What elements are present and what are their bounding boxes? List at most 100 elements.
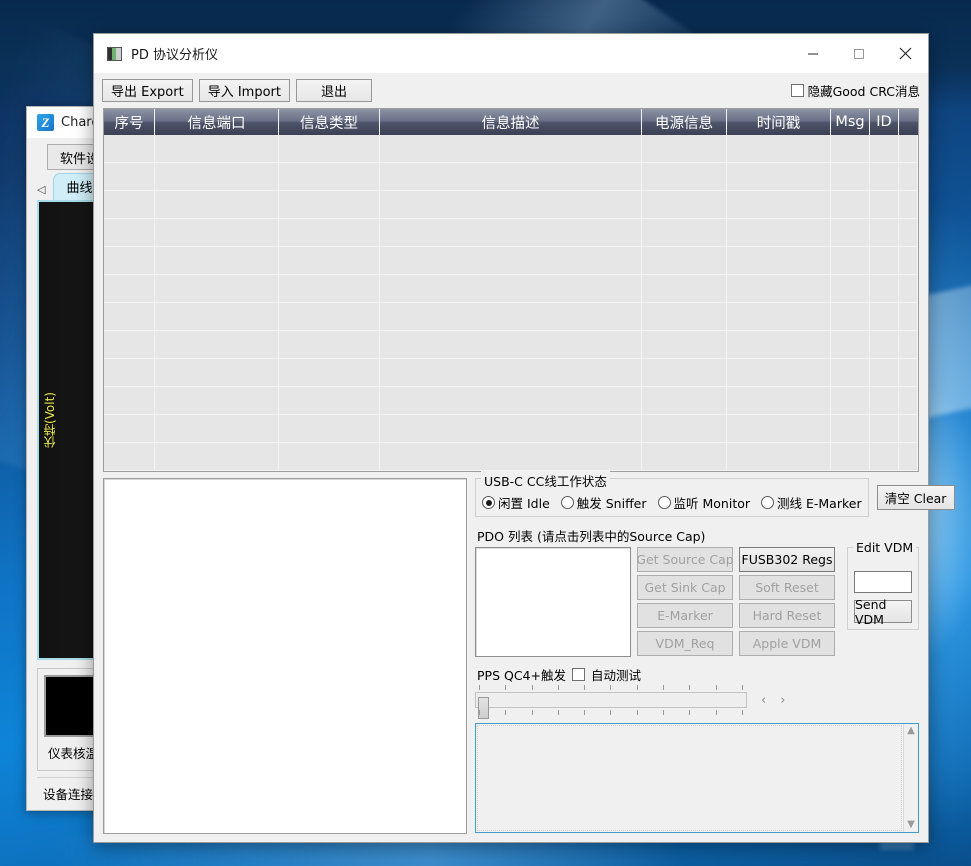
- table-row[interactable]: [104, 303, 918, 331]
- table-cell[interactable]: [279, 415, 380, 442]
- table-cell[interactable]: [279, 275, 380, 302]
- table-cell[interactable]: [380, 247, 642, 274]
- table-cell[interactable]: [380, 415, 642, 442]
- table-cell[interactable]: [642, 191, 727, 218]
- hide-good-crc-checkbox[interactable]: 隐藏Good CRC消息: [791, 81, 920, 100]
- table-header-cell[interactable]: 信息端口: [155, 109, 279, 135]
- table-cell[interactable]: [870, 163, 899, 190]
- table-cell[interactable]: [870, 275, 899, 302]
- log-textarea[interactable]: ▲ ▼: [475, 723, 919, 833]
- table-cell[interactable]: [155, 275, 279, 302]
- table-cell[interactable]: [727, 359, 831, 386]
- table-cell[interactable]: [727, 387, 831, 414]
- table-header-cell[interactable]: 信息描述: [380, 109, 642, 135]
- table-cell[interactable]: [155, 135, 279, 162]
- table-cell[interactable]: [727, 247, 831, 274]
- table-cell[interactable]: [104, 331, 155, 358]
- table-cell[interactable]: [642, 275, 727, 302]
- table-cell[interactable]: [870, 303, 899, 330]
- table-cell[interactable]: [104, 219, 155, 246]
- table-cell[interactable]: [831, 415, 870, 442]
- table-cell[interactable]: [380, 303, 642, 330]
- table-cell[interactable]: [899, 191, 918, 218]
- table-row[interactable]: [104, 219, 918, 247]
- table-cell[interactable]: [870, 387, 899, 414]
- table-cell[interactable]: [831, 443, 870, 470]
- table-body[interactable]: [104, 135, 918, 471]
- minimize-button[interactable]: [790, 35, 836, 73]
- table-cell[interactable]: [279, 303, 380, 330]
- dialog-titlebar[interactable]: PD 协议分析仪: [94, 34, 928, 73]
- table-row[interactable]: [104, 415, 918, 443]
- table-cell[interactable]: [727, 415, 831, 442]
- table-cell[interactable]: [899, 415, 918, 442]
- table-cell[interactable]: [642, 163, 727, 190]
- table-cell[interactable]: [155, 331, 279, 358]
- table-header-cell[interactable]: 时间戳: [727, 109, 831, 135]
- table-cell[interactable]: [279, 163, 380, 190]
- table-cell[interactable]: [642, 443, 727, 470]
- table-row[interactable]: [104, 387, 918, 415]
- message-table[interactable]: 序号信息端口信息类型信息描述电源信息时间戳MsgID: [103, 108, 919, 472]
- table-cell[interactable]: [727, 163, 831, 190]
- table-cell[interactable]: [155, 163, 279, 190]
- cc-mode-option-0[interactable]: 闲置 Idle: [482, 493, 550, 512]
- table-header-cell[interactable]: 序号: [104, 109, 155, 135]
- table-cell[interactable]: [104, 359, 155, 386]
- import-button[interactable]: 导入 Import: [199, 79, 290, 102]
- table-row[interactable]: [104, 359, 918, 387]
- table-cell[interactable]: [899, 387, 918, 414]
- table-cell[interactable]: [870, 331, 899, 358]
- table-header-cell[interactable]: [899, 109, 918, 135]
- table-cell[interactable]: [831, 163, 870, 190]
- table-cell[interactable]: [155, 191, 279, 218]
- table-cell[interactable]: [870, 191, 899, 218]
- table-row[interactable]: [104, 275, 918, 303]
- slider-prev-button[interactable]: ‹: [761, 693, 766, 708]
- table-cell[interactable]: [727, 275, 831, 302]
- table-cell[interactable]: [642, 247, 727, 274]
- table-cell[interactable]: [831, 331, 870, 358]
- pps-slider[interactable]: [475, 685, 747, 715]
- table-cell[interactable]: [380, 135, 642, 162]
- table-cell[interactable]: [870, 219, 899, 246]
- table-cell[interactable]: [155, 219, 279, 246]
- table-cell[interactable]: [642, 135, 727, 162]
- cc-mode-option-2[interactable]: 监听 Monitor: [658, 493, 751, 512]
- table-header-cell[interactable]: Msg: [831, 109, 870, 135]
- table-row[interactable]: [104, 163, 918, 191]
- clear-button[interactable]: 清空 Clear: [877, 485, 955, 510]
- table-cell[interactable]: [642, 359, 727, 386]
- table-cell[interactable]: [899, 219, 918, 246]
- table-cell[interactable]: [155, 303, 279, 330]
- table-cell[interactable]: [642, 415, 727, 442]
- log-scrollbar[interactable]: ▲ ▼: [903, 724, 918, 832]
- cc-mode-option-1[interactable]: 触发 Sniffer: [561, 493, 647, 512]
- table-cell[interactable]: [155, 247, 279, 274]
- table-cell[interactable]: [727, 331, 831, 358]
- table-cell[interactable]: [279, 387, 380, 414]
- table-cell[interactable]: [899, 275, 918, 302]
- table-cell[interactable]: [870, 135, 899, 162]
- table-cell[interactable]: [104, 415, 155, 442]
- table-cell[interactable]: [899, 331, 918, 358]
- table-header-cell[interactable]: 电源信息: [642, 109, 727, 135]
- table-cell[interactable]: [831, 191, 870, 218]
- table-cell[interactable]: [380, 191, 642, 218]
- table-cell[interactable]: [831, 359, 870, 386]
- table-row[interactable]: [104, 247, 918, 275]
- table-cell[interactable]: [899, 247, 918, 274]
- table-cell[interactable]: [104, 443, 155, 470]
- table-cell[interactable]: [155, 443, 279, 470]
- vdm-input[interactable]: [854, 571, 912, 593]
- maximize-button[interactable]: [836, 35, 882, 73]
- table-header-cell[interactable]: ID: [870, 109, 899, 135]
- pd-analyzer-window[interactable]: PD 协议分析仪 导出 Export 导入 Import 退出 隐藏Good C…: [93, 33, 929, 843]
- table-cell[interactable]: [727, 443, 831, 470]
- table-cell[interactable]: [831, 303, 870, 330]
- exit-button[interactable]: 退出: [296, 79, 372, 102]
- table-cell[interactable]: [727, 303, 831, 330]
- table-cell[interactable]: [831, 135, 870, 162]
- table-cell[interactable]: [104, 135, 155, 162]
- close-button[interactable]: [882, 35, 928, 73]
